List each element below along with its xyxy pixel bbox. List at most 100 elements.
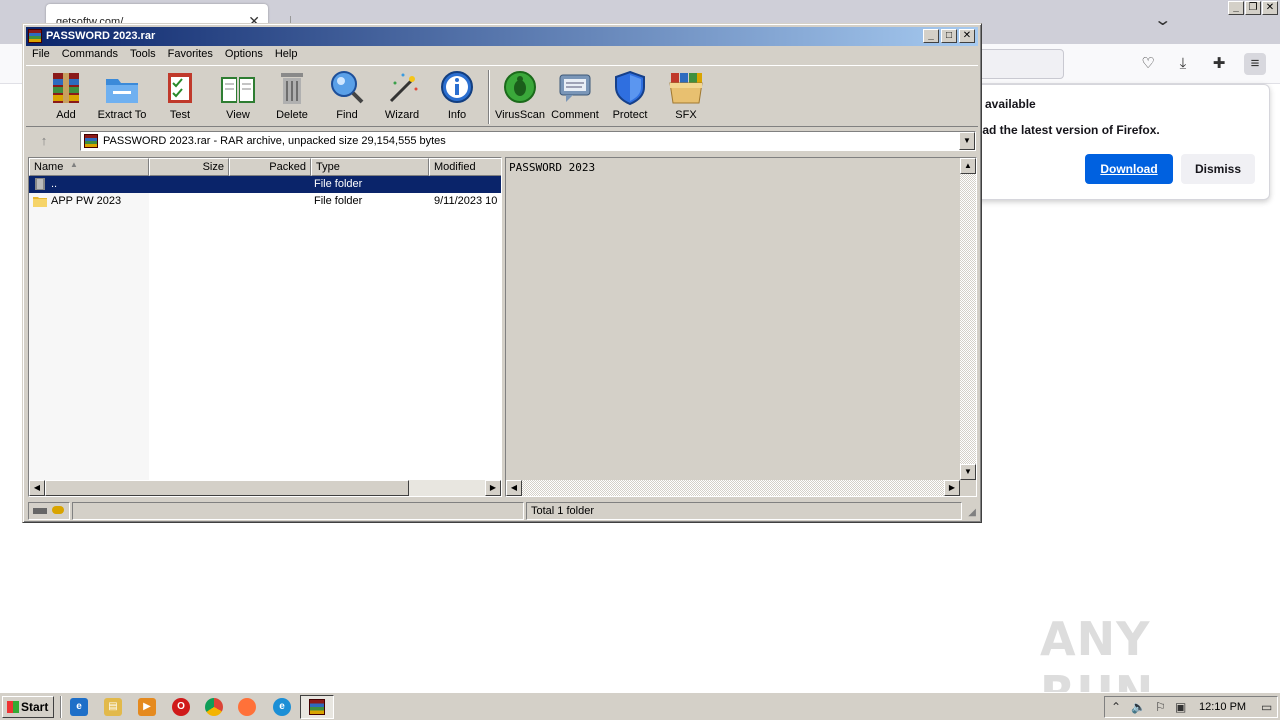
column-header-name[interactable]: Name ▲ (29, 158, 149, 176)
close-button[interactable]: ✕ (1262, 1, 1278, 15)
menu-file[interactable]: File (26, 46, 56, 64)
scrollbar-thumb[interactable] (45, 480, 409, 496)
chevron-down-icon[interactable]: ⌄ (1153, 10, 1172, 30)
info-icon (438, 69, 476, 107)
window-title: PASSWORD 2023.rar (46, 30, 156, 42)
drive-icon[interactable] (33, 508, 47, 514)
sort-ascending-icon: ▲ (70, 160, 78, 169)
scroll-right-icon[interactable]: ▶ (944, 480, 960, 496)
winrar-window-controls: _ □ ✕ (921, 29, 975, 43)
virus-bug-icon (501, 69, 539, 107)
notification-message: oad the latest version of Firefox. (975, 123, 1160, 137)
hamburger-menu-icon[interactable]: ≡ (1244, 53, 1266, 75)
file-name: APP PW 2023 (51, 195, 122, 207)
network-icon[interactable]: ▣ (1175, 700, 1186, 714)
comment-label: Comment (551, 109, 599, 121)
parent-folder-icon (35, 178, 45, 190)
magic-wand-icon (383, 69, 421, 107)
media-player-icon[interactable]: ▶ (138, 698, 156, 716)
status-bar: Total 1 folder ◢ (26, 501, 978, 520)
menu-tools[interactable]: Tools (124, 46, 162, 64)
menu-options[interactable]: Options (219, 46, 269, 64)
menu-bar: File Commands Tools Favorites Options He… (26, 46, 303, 64)
opera-icon[interactable]: O (172, 698, 190, 716)
up-arrow-icon[interactable]: ↑ (34, 133, 54, 151)
protect-button[interactable]: Protect (602, 69, 658, 125)
clock: 12:10 PM (1199, 701, 1247, 713)
column-header-name-label: Name (34, 161, 64, 173)
add-button[interactable]: Add (38, 69, 94, 125)
test-button[interactable]: Test (152, 69, 208, 125)
scroll-left-icon[interactable]: ◀ (29, 480, 45, 496)
comment-vscrollbar[interactable]: ▲ ▼ (960, 158, 976, 480)
extract-to-button[interactable]: Extract To (94, 69, 150, 125)
column-header-size[interactable]: Size (149, 158, 229, 176)
delete-button[interactable]: Delete (264, 69, 320, 125)
firefox-icon[interactable] (238, 698, 256, 716)
show-desktop-icon[interactable]: ▭ (1261, 700, 1272, 714)
menu-help[interactable]: Help (269, 46, 304, 64)
name-column-shading (29, 176, 149, 480)
archive-path-combo[interactable]: PASSWORD 2023.rar - RAR archive, unpacke… (80, 131, 976, 151)
action-center-flag-icon[interactable]: ⚐ (1155, 700, 1166, 714)
column-header-modified[interactable]: Modified (429, 158, 501, 176)
minimize-button[interactable]: _ (1228, 1, 1244, 15)
column-header-packed[interactable]: Packed (229, 158, 311, 176)
volume-icon[interactable]: 🔈 (1131, 700, 1146, 714)
file-list[interactable]: Name ▲ Size Packed Type Modified .. File … (28, 157, 502, 497)
minimize-button[interactable]: _ (923, 29, 939, 43)
system-tray: ⌃ 🔈 ⚐ ▣ 12:10 PM ▭ (1104, 696, 1278, 718)
sfx-button[interactable]: SFX (658, 69, 714, 125)
menu-commands[interactable]: Commands (56, 46, 124, 64)
file-type: File folder (314, 178, 363, 190)
view-button[interactable]: View (210, 69, 266, 125)
taskbar-separator (60, 696, 62, 718)
start-button[interactable]: Start (2, 696, 54, 718)
file-row[interactable]: .. File folder (29, 176, 501, 193)
scroll-down-icon[interactable]: ▼ (960, 464, 976, 480)
info-button[interactable]: Info (429, 69, 485, 125)
pocket-icon[interactable]: ♡ (1137, 53, 1159, 75)
chrome-icon[interactable] (205, 698, 223, 716)
folder-icon (33, 197, 47, 207)
file-row[interactable]: APP PW 2023 File folder 9/11/2023 10 (29, 193, 501, 210)
restore-button[interactable]: ❐ (1245, 1, 1261, 15)
find-button[interactable]: Find (319, 69, 375, 125)
winrar-title-bar[interactable]: PASSWORD 2023.rar _ □ ✕ (26, 27, 978, 46)
menu-favorites[interactable]: Favorites (162, 46, 219, 64)
tray-expand-icon[interactable]: ⌃ (1111, 700, 1121, 714)
dismiss-button[interactable]: Dismiss (1181, 154, 1255, 184)
column-header-type[interactable]: Type (311, 158, 429, 176)
comment-hscrollbar[interactable]: ◀ ▶ (506, 480, 960, 496)
key-icon[interactable] (52, 506, 65, 514)
taskbar-winrar-button[interactable] (300, 695, 334, 719)
scroll-left-icon[interactable]: ◀ (506, 480, 522, 496)
close-button[interactable]: ✕ (959, 29, 975, 43)
edge-icon[interactable]: e (273, 698, 291, 716)
add-label: Add (56, 109, 76, 121)
internet-explorer-icon[interactable]: e (70, 698, 88, 716)
archive-comment-pane[interactable]: PASSWORD 2023 ▲ ▼ ◀ ▶ (505, 157, 977, 497)
virusscan-button[interactable]: VirusScan (492, 69, 548, 125)
wizard-button[interactable]: Wizard (374, 69, 430, 125)
browser-window-controls: _ ❐ ✕ (1228, 1, 1278, 15)
windows-logo-icon (7, 701, 19, 713)
scroll-up-icon[interactable]: ▲ (960, 158, 976, 174)
chevron-down-icon[interactable]: ▼ (959, 132, 975, 150)
scroll-right-icon[interactable]: ▶ (485, 480, 501, 496)
file-explorer-icon[interactable]: ▤ (104, 698, 122, 716)
download-button[interactable]: Download (1085, 154, 1173, 184)
extract-folder-icon (103, 69, 141, 107)
resize-grip-icon[interactable]: ◢ (968, 507, 976, 518)
winrar-app-icon (28, 29, 42, 43)
file-list-hscrollbar[interactable]: ◀ ▶ (29, 480, 501, 496)
file-name: .. (51, 178, 58, 190)
extensions-icon[interactable]: ✚ (1208, 53, 1230, 75)
test-checklist-icon (161, 69, 199, 107)
notification-title: e available (975, 97, 1036, 111)
download-icon[interactable]: ⤓ (1172, 53, 1194, 75)
extract-to-label: Extract To (97, 109, 147, 121)
view-label: View (226, 109, 250, 121)
comment-button[interactable]: Comment (547, 69, 603, 125)
maximize-button[interactable]: □ (941, 29, 957, 43)
